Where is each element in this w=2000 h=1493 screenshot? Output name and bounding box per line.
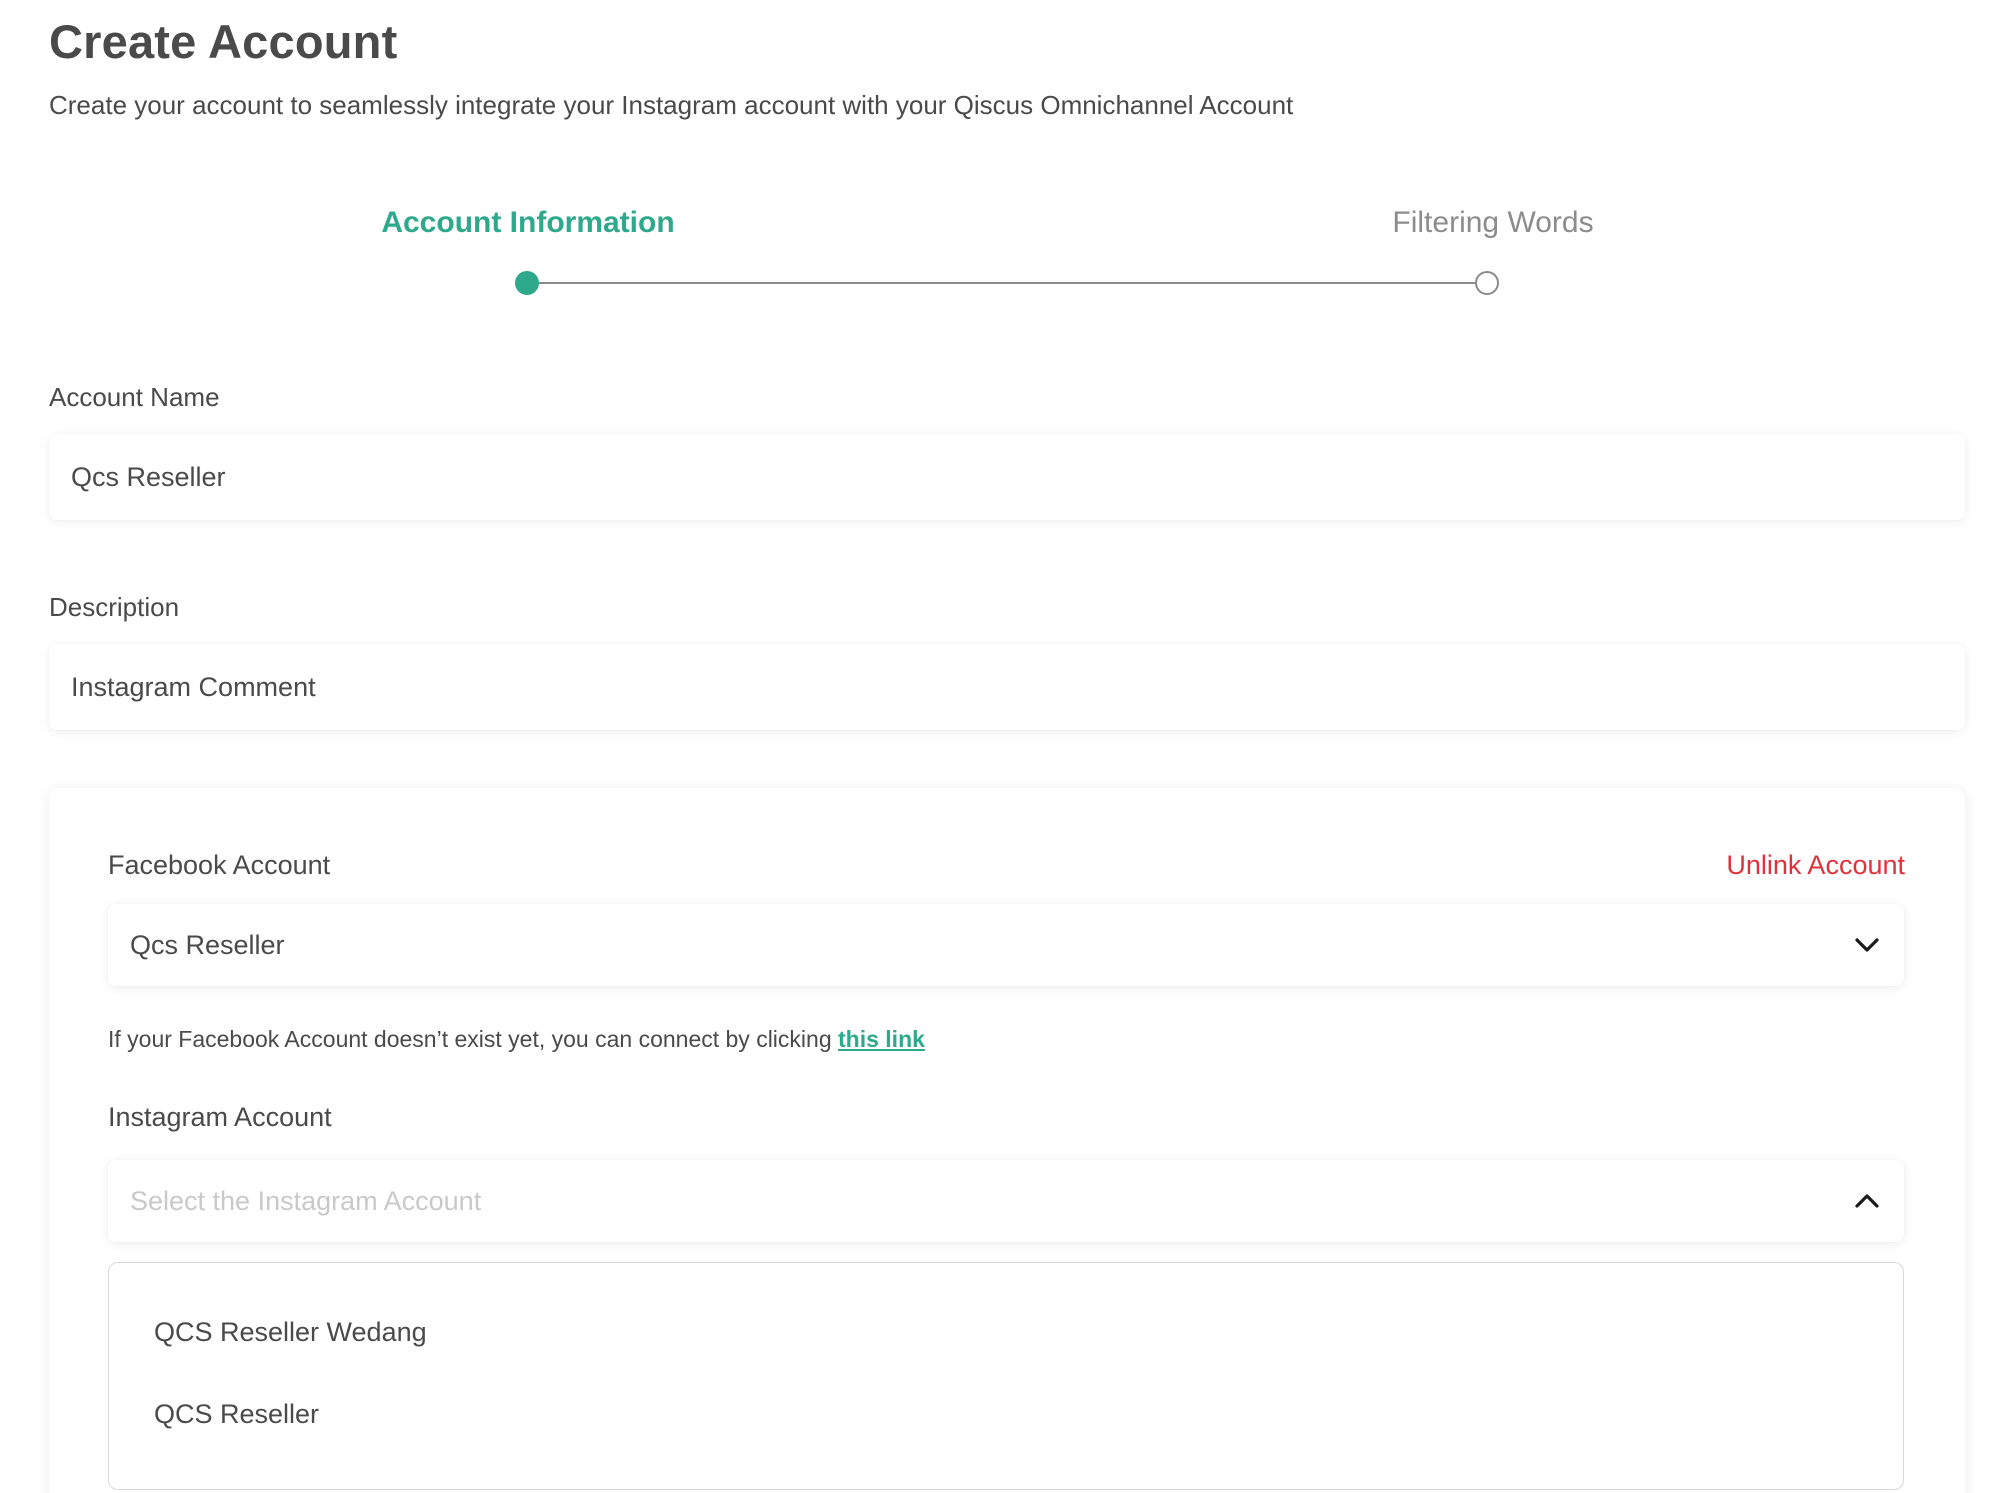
account-name-input[interactable]: Qcs Reseller [49, 434, 1965, 520]
page-title: Create Account [49, 15, 398, 68]
step-account-information[interactable]: Account Information [380, 206, 676, 240]
connect-facebook-link[interactable]: this link [838, 1026, 925, 1052]
step-filtering-words-dot [1475, 271, 1499, 295]
account-name-label: Account Name [49, 382, 220, 412]
instagram-account-select[interactable]: Select the Instagram Account [108, 1160, 1904, 1242]
instagram-account-dropdown: QCS Reseller Wedang QCS Reseller [108, 1262, 1904, 1490]
step-filtering-words[interactable]: Filtering Words [1340, 206, 1646, 240]
facebook-account-selected-value: Qcs Reseller [130, 930, 285, 960]
facebook-account-select[interactable]: Qcs Reseller [108, 904, 1904, 986]
chevron-down-icon [1855, 938, 1879, 952]
instagram-option-qcs-reseller[interactable]: QCS Reseller [154, 1399, 319, 1430]
social-connection-card: Facebook Account Unlink Account Qcs Rese… [49, 788, 1965, 1493]
facebook-connect-hint-text: If your Facebook Account doesn’t exist y… [108, 1026, 839, 1052]
description-label: Description [49, 592, 180, 622]
instagram-account-label: Instagram Account [108, 1102, 332, 1132]
chevron-up-icon [1855, 1194, 1879, 1208]
instagram-option-qcs-reseller-wedang[interactable]: QCS Reseller Wedang [154, 1317, 427, 1348]
stepper-progress-line [527, 282, 1487, 284]
instagram-account-placeholder: Select the Instagram Account [130, 1186, 482, 1216]
description-input[interactable]: Instagram Comment [49, 644, 1965, 730]
page-subtitle: Create your account to seamlessly integr… [49, 90, 1294, 120]
facebook-connect-hint: If your Facebook Account doesn’t exist y… [108, 1026, 925, 1053]
facebook-account-label: Facebook Account [108, 850, 331, 880]
unlink-account-button[interactable]: Unlink Account [1726, 850, 1905, 881]
create-account-page: Create Account Create your account to se… [0, 0, 2000, 1493]
step-account-information-dot [515, 271, 539, 295]
